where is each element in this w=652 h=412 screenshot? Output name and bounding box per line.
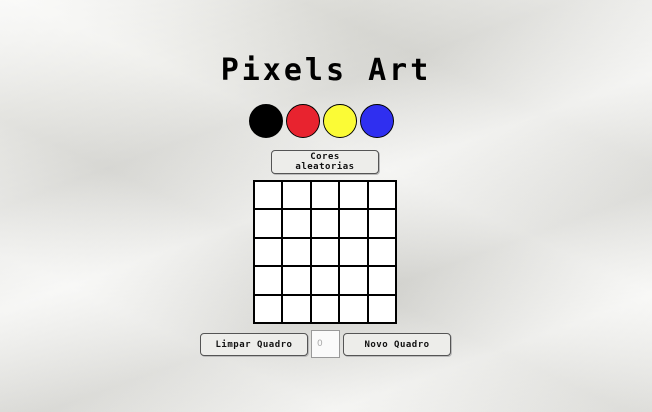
pixel-cell[interactable] [254, 209, 283, 238]
pixel-cell[interactable] [310, 294, 340, 323]
pixel-cell[interactable] [339, 181, 368, 210]
board-size-input[interactable] [311, 330, 340, 358]
random-colors-button[interactable]: Cores aleatorias [271, 150, 379, 174]
pixel-cell[interactable] [339, 209, 368, 238]
pixel-cell[interactable] [339, 266, 368, 295]
pixel-cell[interactable] [310, 237, 340, 267]
color-swatch-yellow[interactable] [323, 104, 357, 138]
pixel-cell[interactable] [367, 181, 396, 210]
pixel-board [253, 180, 397, 324]
pixel-cell[interactable] [254, 237, 283, 267]
color-palette [249, 104, 394, 138]
pixel-cell[interactable] [282, 209, 311, 238]
page-title: Pixels Art [220, 53, 432, 88]
pixel-cell[interactable] [282, 266, 311, 295]
clear-board-button[interactable]: Limpar Quadro [200, 333, 308, 356]
color-swatch-black[interactable] [249, 104, 283, 138]
pixel-cell[interactable] [282, 181, 311, 210]
pixel-cell[interactable] [310, 266, 340, 295]
pixel-cell[interactable] [254, 294, 283, 323]
pixel-cell[interactable] [254, 181, 283, 210]
color-swatch-blue[interactable] [360, 104, 394, 138]
pixel-cell[interactable] [339, 294, 368, 323]
pixel-cell[interactable] [282, 237, 311, 267]
pixel-cell[interactable] [367, 294, 396, 323]
pixel-cell[interactable] [282, 294, 311, 323]
pixel-cell[interactable] [367, 209, 396, 238]
color-swatch-red[interactable] [286, 104, 320, 138]
pixel-cell[interactable] [310, 181, 340, 210]
pixel-cell[interactable] [367, 266, 396, 295]
new-board-button[interactable]: Novo Quadro [343, 333, 451, 356]
pixel-cell[interactable] [339, 237, 368, 267]
pixel-cell[interactable] [367, 237, 396, 267]
pixel-cell[interactable] [254, 266, 283, 295]
pixel-cell[interactable] [310, 209, 340, 238]
